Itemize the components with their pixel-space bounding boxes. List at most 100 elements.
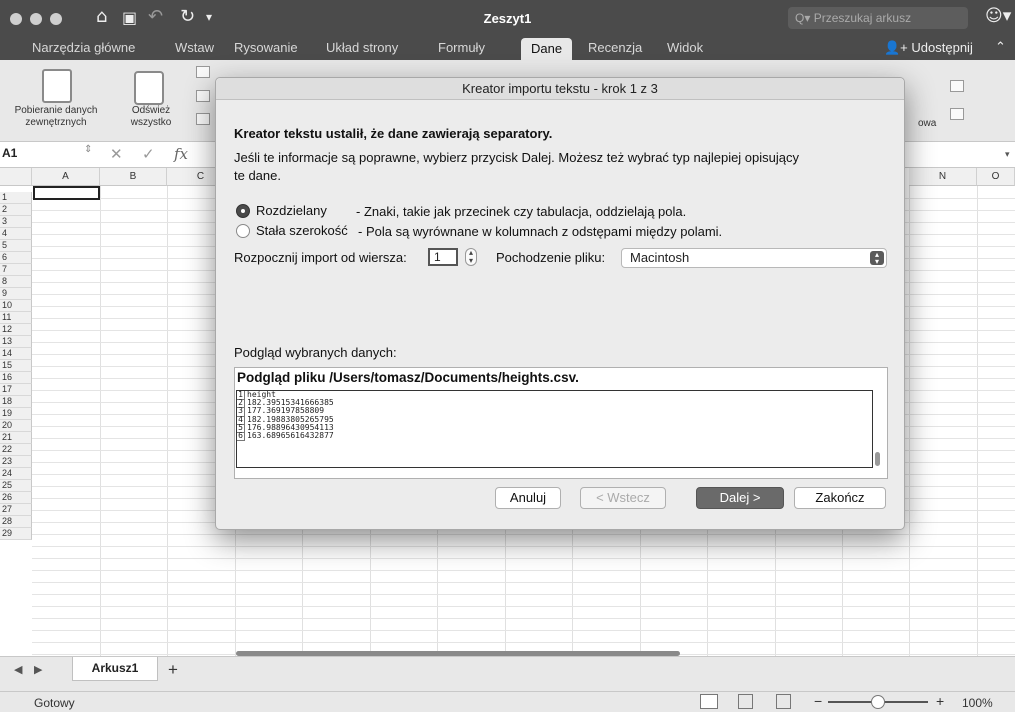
grid-line [32, 594, 1015, 595]
row-header[interactable]: 11 [0, 312, 32, 324]
name-box[interactable]: A1 [2, 146, 17, 160]
next-button[interactable]: Dalej > [696, 487, 784, 509]
confirm-formula-icon[interactable]: ✓ [142, 145, 155, 163]
finish-button[interactable]: Zakończ [794, 487, 886, 509]
row-header[interactable]: 20 [0, 420, 32, 432]
row-header[interactable]: 10 [0, 300, 32, 312]
file-preview-box[interactable]: Podgląd pliku /Users/tomasz/Documents/he… [234, 367, 888, 479]
get-data-icon[interactable] [42, 69, 72, 103]
tab-formulas[interactable]: Formuły [438, 40, 485, 55]
row-header[interactable]: 17 [0, 384, 32, 396]
row-header[interactable]: 29 [0, 528, 32, 540]
selected-cell-a1[interactable] [33, 186, 100, 200]
row-header[interactable]: 14 [0, 348, 32, 360]
row-header[interactable]: 13 [0, 336, 32, 348]
row-header[interactable]: 21 [0, 432, 32, 444]
start-row-label: Rozpocznij import od wiersza: [234, 250, 407, 265]
connections-icon[interactable] [196, 66, 210, 78]
radio-fixed-width-label[interactable]: Stała szerokość [256, 223, 348, 238]
tab-insert[interactable]: Wstaw [175, 40, 214, 55]
refresh-all-label[interactable]: Odśwież wszystko [118, 105, 184, 129]
column-header[interactable]: O [977, 168, 1015, 186]
next-sheet-icon[interactable]: ▶ [34, 663, 42, 676]
preview-row-value: 163.68965616432877 [247, 430, 334, 440]
expand-formula-icon[interactable]: ▾ [1005, 149, 1010, 160]
ungroup-icon[interactable] [950, 108, 964, 120]
refresh-icon[interactable] [134, 71, 164, 105]
cancel-formula-icon[interactable]: ✕ [110, 145, 123, 163]
row-header[interactable]: 24 [0, 468, 32, 480]
column-header[interactable]: A [32, 168, 100, 186]
row-header[interactable]: 19 [0, 408, 32, 420]
row-header[interactable]: 26 [0, 492, 32, 504]
dialog-info-line1: Jeśli te informacje są poprawne, wybierz… [234, 150, 800, 165]
back-button[interactable]: < Wstecz [580, 487, 666, 509]
sheet-tab-arkusz1[interactable]: Arkusz1 [72, 657, 158, 681]
add-sheet-button[interactable]: + [168, 660, 178, 680]
row-header[interactable]: 16 [0, 372, 32, 384]
properties-icon[interactable] [196, 90, 210, 102]
sheet-tab-bar: ◀ ▶ Arkusz1 + [0, 656, 1015, 691]
tab-draw[interactable]: Rysowanie [234, 40, 298, 55]
start-row-input[interactable]: 1 [428, 248, 458, 266]
row-header[interactable]: 9 [0, 288, 32, 300]
row-header[interactable]: 18 [0, 396, 32, 408]
row-header[interactable]: 3 [0, 216, 32, 228]
user-icon[interactable]: ☺▾ [985, 6, 1011, 26]
row-header[interactable]: 2 [0, 204, 32, 216]
file-origin-select[interactable]: Macintosh ▴ ▾ [621, 248, 887, 268]
ribbon-right-label: owa [918, 118, 937, 129]
row-header[interactable]: 22 [0, 444, 32, 456]
grid-line [32, 570, 1015, 571]
prev-sheet-icon[interactable]: ◀ [14, 663, 22, 676]
row-header[interactable]: 15 [0, 360, 32, 372]
start-row-stepper[interactable]: ▴ ▾ [465, 248, 477, 266]
radio-fixed-width-desc: - Pola są wyrównane w kolumnach z odstęp… [358, 224, 723, 239]
zoom-slider-thumb[interactable] [871, 695, 885, 709]
zoom-level[interactable]: 100% [962, 696, 993, 710]
row-header[interactable]: 5 [0, 240, 32, 252]
radio-delimited[interactable] [236, 204, 250, 218]
status-bar: Gotowy − + 100% [0, 691, 1015, 712]
column-header[interactable]: B [100, 168, 167, 186]
collapse-ribbon-icon[interactable]: ⌃ [995, 39, 1006, 55]
normal-view-icon[interactable] [700, 694, 718, 709]
preview-title: Podgląd pliku /Users/tomasz/Documents/he… [237, 370, 579, 385]
tab-page-layout[interactable]: Układ strony [326, 40, 398, 55]
cancel-button[interactable]: Anuluj [495, 487, 561, 509]
row-header[interactable]: 8 [0, 276, 32, 288]
row-header[interactable]: 12 [0, 324, 32, 336]
column-header[interactable]: N [909, 168, 977, 186]
row-header[interactable]: 7 [0, 264, 32, 276]
radio-fixed-width[interactable] [236, 224, 250, 238]
get-data-label[interactable]: Pobieranie danych zewnętrznych [2, 105, 110, 129]
insert-function-icon[interactable]: fx [174, 145, 188, 163]
page-layout-view-icon[interactable] [738, 694, 753, 709]
row-header[interactable]: 23 [0, 456, 32, 468]
grid-line [32, 642, 1015, 643]
name-box-stepper-icon[interactable]: ⇕ [84, 144, 92, 155]
tab-home[interactable]: Narzędzia główne [32, 40, 135, 55]
page-break-view-icon[interactable] [776, 694, 791, 709]
tab-data[interactable]: Dane [521, 38, 573, 60]
share-label: Udostępnij [911, 40, 973, 55]
preview-content[interactable]: 1 height 2 182.39515341666385 3 177.3691… [236, 390, 873, 468]
row-header[interactable]: 6 [0, 252, 32, 264]
zoom-in-button[interactable]: + [936, 693, 944, 709]
group-icon[interactable] [950, 80, 964, 92]
zoom-out-button[interactable]: − [814, 693, 822, 709]
row-header[interactable]: 27 [0, 504, 32, 516]
preview-scrollbar[interactable] [875, 452, 880, 466]
row-header[interactable]: 4 [0, 228, 32, 240]
radio-delimited-label[interactable]: Rozdzielany [256, 203, 327, 218]
search-input[interactable]: Q▾ Przeszukaj arkusz [788, 7, 968, 29]
row-header[interactable]: 25 [0, 480, 32, 492]
tab-review[interactable]: Recenzja [588, 40, 642, 55]
share-button[interactable]: 👤+ Udostępnij [884, 40, 973, 56]
select-all-corner[interactable] [0, 168, 32, 186]
grid-line [32, 546, 1015, 547]
row-header[interactable]: 28 [0, 516, 32, 528]
edit-links-icon[interactable] [196, 113, 210, 125]
tab-view[interactable]: Widok [667, 40, 703, 55]
row-header[interactable]: 1 [0, 192, 32, 204]
